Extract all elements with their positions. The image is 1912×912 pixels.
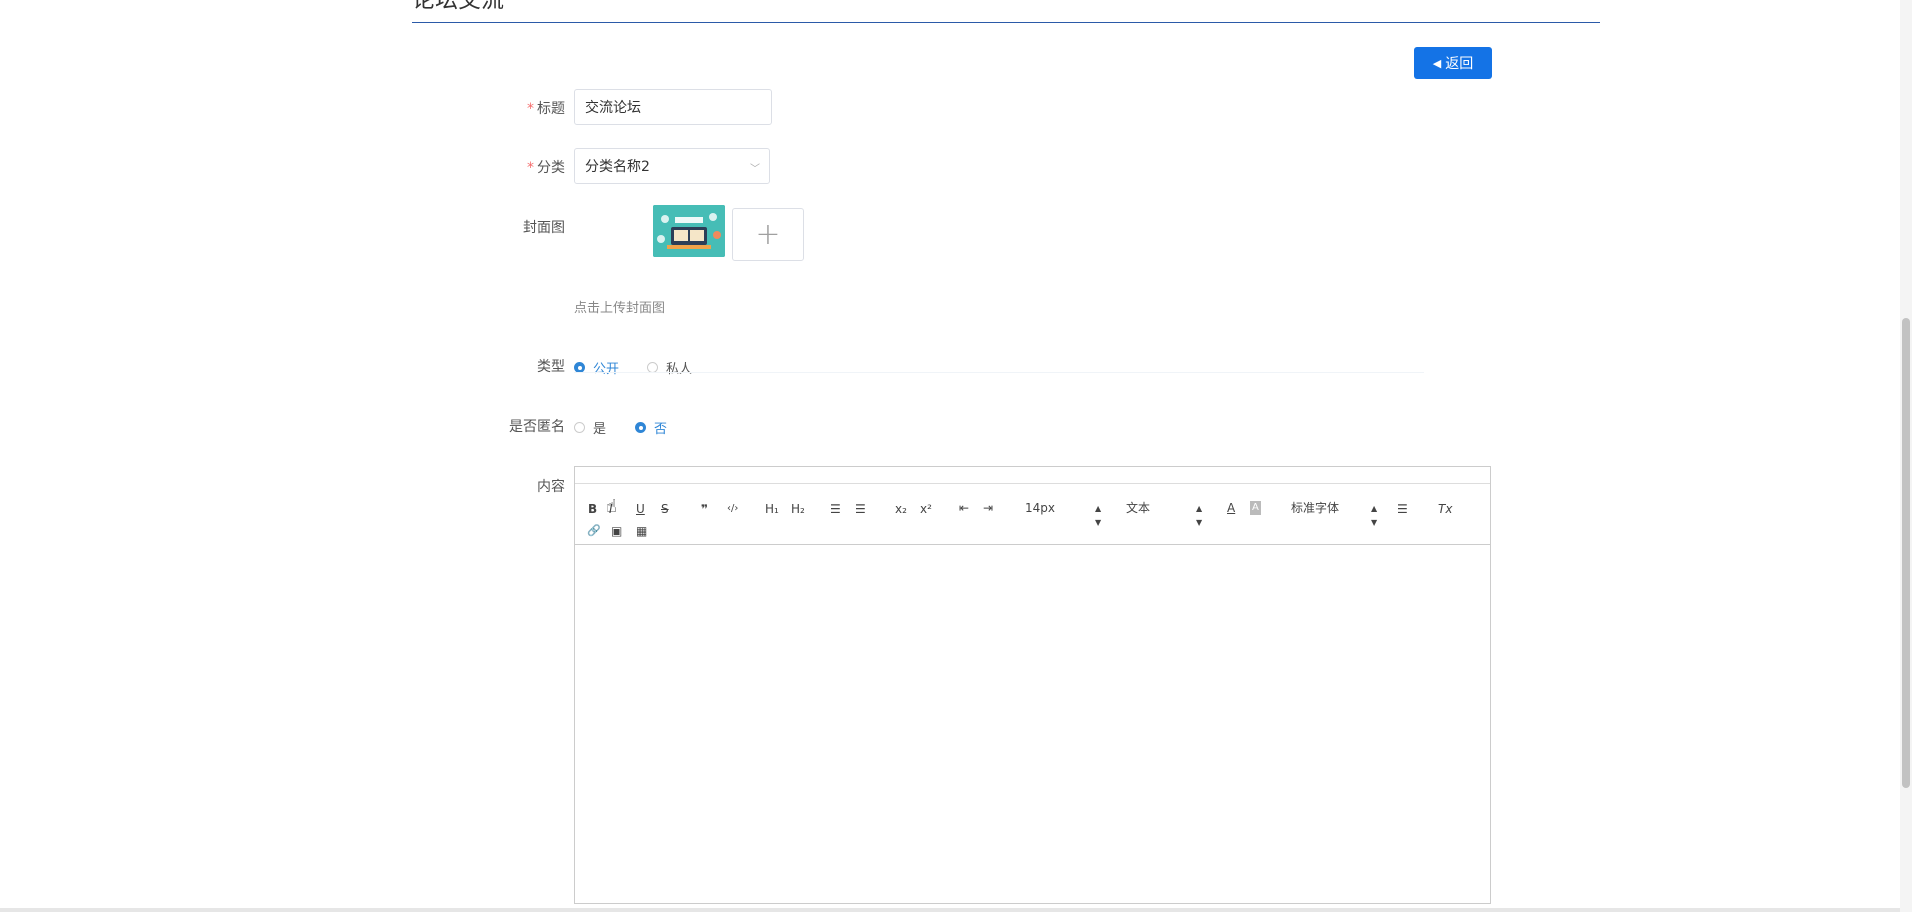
editor-toolbar: B I U S ❞ ‹/› H₁ H₂ ☰ ☰ x₂ x² ⇤ ⇥ 14px ▲…	[575, 484, 1490, 545]
text-color-icon[interactable]: A	[1227, 501, 1235, 515]
horizontal-scrollbar[interactable]	[0, 908, 1900, 912]
category-select-value: 分类名称2	[585, 159, 650, 175]
page-header: 论坛交流	[412, 0, 1600, 23]
radio-unchecked-icon	[574, 422, 585, 433]
ordered-list-icon[interactable]: ☰	[830, 502, 841, 516]
image-icon[interactable]: ▣	[611, 524, 622, 538]
indent-icon[interactable]: ⇥	[983, 501, 993, 515]
updown-icon: ▲ ▼	[1371, 504, 1378, 527]
type-radio-private-label: 私人	[666, 362, 693, 377]
page-title: 论坛交流	[412, 0, 504, 13]
title-label: * 标题	[405, 98, 565, 118]
rich-text-editor: B I U S ❞ ‹/› H₁ H₂ ☰ ☰ x₂ x² ⇤ ⇥ 14px ▲…	[574, 466, 1491, 904]
underline-button[interactable]: U	[636, 502, 645, 516]
anonymous-radio-no-label: 否	[654, 422, 668, 437]
strike-button[interactable]: S	[661, 502, 669, 516]
type-radio-public-label: 公开	[593, 362, 620, 377]
updown-icon: ▲ ▼	[1196, 504, 1203, 527]
font-size-picker-label: 14px	[1025, 501, 1055, 515]
anonymous-radio-no[interactable]: 否	[635, 418, 667, 437]
font-family-picker[interactable]: 标准字体 ▲ ▼	[1291, 501, 1377, 527]
back-button[interactable]: ◀ 返回	[1414, 47, 1492, 79]
type-label: 类型	[405, 356, 565, 376]
code-button[interactable]: ‹/›	[727, 502, 738, 516]
caret-left-icon: ◀	[1432, 56, 1442, 70]
type-radio-public[interactable]: 公开	[574, 358, 619, 377]
h1-button[interactable]: H₁	[765, 502, 779, 516]
video-icon[interactable]: ▦	[636, 524, 647, 538]
type-radio-private[interactable]: 私人	[647, 358, 692, 377]
anonymous-label: 是否匿名	[405, 416, 565, 436]
header-picker-label: 文本	[1126, 501, 1151, 515]
title-input[interactable]: 交流论坛	[574, 89, 772, 125]
link-icon[interactable]: 🔗	[587, 524, 601, 538]
book-illustration-icon	[653, 205, 725, 257]
title-input-value: 交流论坛	[585, 100, 641, 116]
category-label: * 分类	[405, 157, 565, 177]
required-mark: *	[527, 101, 534, 117]
align-icon[interactable]: ☰	[1397, 502, 1408, 516]
vertical-scrollbar[interactable]	[1900, 0, 1912, 912]
plus-icon: +	[755, 217, 781, 252]
anonymous-label-text: 是否匿名	[509, 419, 565, 435]
clear-format-icon[interactable]: Tx	[1438, 502, 1452, 516]
content-label-text: 内容	[537, 479, 565, 495]
subscript-button[interactable]: x₂	[895, 502, 907, 516]
cover-label-text: 封面图	[523, 220, 565, 236]
background-color-icon[interactable]: A	[1250, 501, 1261, 515]
editor-content-area[interactable]	[575, 545, 1490, 905]
updown-icon: ▲ ▼	[1095, 504, 1102, 527]
hand-cursor-icon: ☝	[606, 496, 617, 517]
anonymous-radio-yes-label: 是	[593, 422, 607, 437]
category-select[interactable]: 分类名称2 ﹀	[574, 148, 770, 184]
back-button-label: 返回	[1445, 56, 1474, 72]
radio-checked-icon	[635, 422, 646, 433]
anonymous-radio-yes[interactable]: 是	[574, 418, 606, 437]
chevron-down-icon: ﹀	[750, 164, 760, 175]
required-mark: *	[527, 160, 534, 176]
cover-label: 封面图	[405, 217, 565, 237]
quote-button[interactable]: ❞	[701, 502, 708, 516]
bullet-list-icon[interactable]: ☰	[855, 502, 866, 516]
h2-button[interactable]: H₂	[791, 502, 805, 516]
content-label: 内容	[405, 476, 565, 496]
type-label-text: 类型	[537, 359, 565, 375]
cover-image-thumbnail[interactable]	[653, 205, 725, 257]
scrollbar-thumb[interactable]	[1902, 318, 1910, 788]
superscript-button[interactable]: x²	[920, 502, 932, 516]
cover-upload-button[interactable]: +	[732, 208, 804, 261]
outdent-icon[interactable]: ⇤	[959, 501, 969, 515]
header-picker[interactable]: 文本 ▲ ▼	[1126, 501, 1202, 527]
category-label-text: 分类	[537, 160, 565, 176]
font-family-picker-label: 标准字体	[1291, 501, 1340, 515]
bold-button[interactable]: B	[588, 502, 597, 516]
font-size-picker[interactable]: 14px ▲ ▼	[1025, 501, 1101, 527]
title-label-text: 标题	[537, 101, 565, 117]
cover-upload-hint: 点击上传封面图	[574, 301, 666, 316]
editor-top-border	[575, 467, 1490, 484]
divider	[574, 372, 1424, 373]
